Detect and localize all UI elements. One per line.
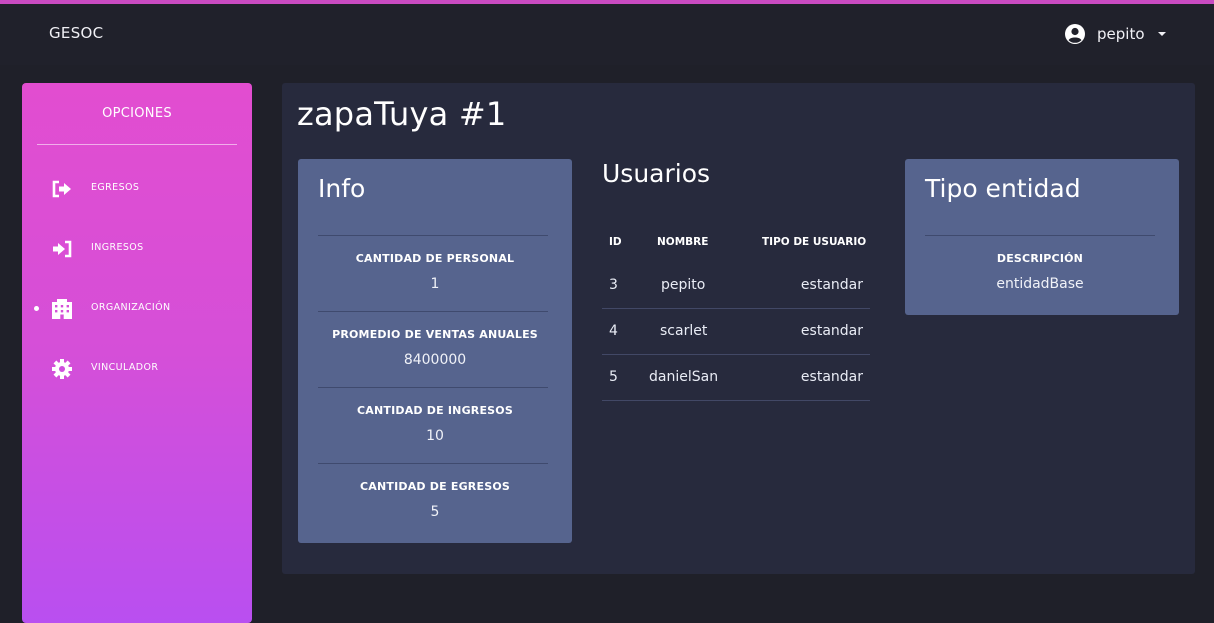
navbar: GESOC pepito xyxy=(0,4,1214,65)
gear-icon xyxy=(52,359,72,379)
table-row: 3 pepito estandar xyxy=(602,262,870,309)
users-title: Usuarios xyxy=(602,159,711,188)
sidebar: OPCIONES EGRESOS INGRESOS ORGANIZACIÓN V… xyxy=(22,83,252,623)
field-value: 5 xyxy=(430,504,440,520)
user-menu-dropdown[interactable]: pepito xyxy=(1064,22,1166,46)
sidebar-item-label: EGRESOS xyxy=(91,182,140,193)
cell-nombre: danielSan xyxy=(649,369,719,385)
field-label: CANTIDAD DE EGRESOS xyxy=(360,480,510,493)
sidebar-item-label: VINCULADOR xyxy=(91,362,159,373)
sidebar-item-organizacion[interactable]: ORGANIZACIÓN xyxy=(22,289,252,329)
cell-tipo: estandar xyxy=(800,369,863,385)
field-value: entidadBase xyxy=(996,276,1084,292)
active-indicator-dot xyxy=(34,306,39,311)
entity-card-title: Tipo entidad xyxy=(925,174,1081,203)
table-row: 5 danielSan estandar xyxy=(602,354,870,401)
column-header-tipo: TIPO DE USUARIO xyxy=(762,236,867,248)
sidebar-item-ingresos[interactable]: INGRESOS xyxy=(22,229,252,269)
sign-out-icon xyxy=(52,180,71,198)
cell-tipo: estandar xyxy=(800,277,863,293)
field-value: 1 xyxy=(430,276,440,292)
info-card-title: Info xyxy=(318,174,366,203)
column-header-nombre: NOMBRE xyxy=(657,236,709,248)
card-divider xyxy=(318,235,548,236)
sidebar-divider xyxy=(37,144,237,145)
field-label: PROMEDIO DE VENTAS ANUALES xyxy=(332,328,538,341)
card-divider xyxy=(318,311,548,312)
cell-id: 5 xyxy=(609,369,618,385)
field-label: CANTIDAD DE PERSONAL xyxy=(355,252,515,265)
card-divider xyxy=(318,387,548,388)
sidebar-item-egresos[interactable]: EGRESOS xyxy=(22,169,252,209)
card-divider xyxy=(318,463,548,464)
cell-id: 4 xyxy=(609,323,618,339)
username-label: pepito xyxy=(1097,25,1145,43)
entity-card: Tipo entidad DESCRIPCIÓN entidadBase xyxy=(905,159,1179,315)
main-panel: zapaTuya #1 Info CANTIDAD DE PERSONAL 1 … xyxy=(282,83,1195,574)
sidebar-title: OPCIONES xyxy=(102,106,172,121)
sign-in-icon xyxy=(53,240,72,258)
brand-logo[interactable]: GESOC xyxy=(49,24,103,42)
page-title: zapaTuya #1 xyxy=(297,95,507,133)
info-card: Info CANTIDAD DE PERSONAL 1 PROMEDIO DE … xyxy=(298,159,572,543)
chevron-down-icon xyxy=(1157,32,1166,36)
field-value: 10 xyxy=(426,428,444,444)
card-divider xyxy=(925,235,1155,236)
table-row: 4 scarlet estandar xyxy=(602,308,870,355)
building-icon xyxy=(52,299,72,319)
user-circle-icon xyxy=(1065,24,1085,44)
column-header-id: ID xyxy=(609,236,622,248)
cell-nombre: pepito xyxy=(661,277,706,293)
cell-id: 3 xyxy=(609,277,618,293)
sidebar-item-label: ORGANIZACIÓN xyxy=(91,302,171,313)
sidebar-item-vinculador[interactable]: VINCULADOR xyxy=(22,349,252,389)
cell-tipo: estandar xyxy=(800,323,863,339)
field-label: CANTIDAD DE INGRESOS xyxy=(357,404,513,417)
field-value: 8400000 xyxy=(403,352,467,368)
field-label: DESCRIPCIÓN xyxy=(996,252,1084,265)
sidebar-item-label: INGRESOS xyxy=(91,242,144,253)
cell-nombre: scarlet xyxy=(660,323,708,339)
